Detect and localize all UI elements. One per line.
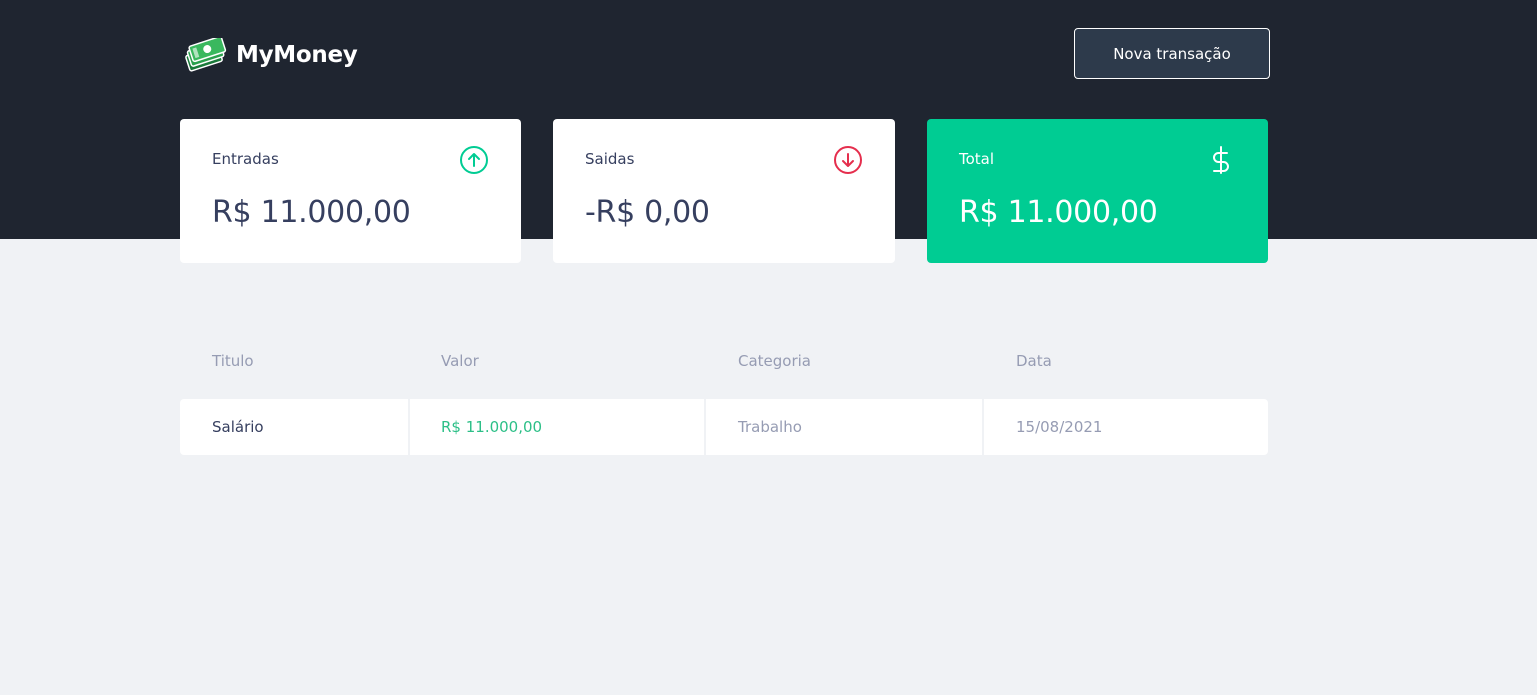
outcome-label: Saidas bbox=[585, 150, 635, 168]
arrow-up-circle-icon bbox=[460, 146, 488, 174]
arrow-down-circle-icon bbox=[834, 146, 862, 174]
column-header-category: Categoria bbox=[738, 352, 812, 370]
money-stack-icon bbox=[185, 38, 227, 72]
outcome-card: Saidas -R$ 0,00 bbox=[553, 119, 895, 263]
transaction-category: Trabalho bbox=[706, 399, 982, 455]
income-label: Entradas bbox=[212, 150, 279, 168]
total-value: R$ 11.000,00 bbox=[959, 195, 1158, 230]
total-card: Total R$ 11.000,00 bbox=[927, 119, 1268, 263]
transaction-amount: R$ 11.000,00 bbox=[410, 399, 704, 455]
column-header-amount: Valor bbox=[441, 352, 479, 370]
app-name: MyMoney bbox=[236, 42, 358, 68]
outcome-value: -R$ 0,00 bbox=[585, 195, 710, 230]
app-logo[interactable]: MyMoney bbox=[182, 38, 358, 72]
total-label: Total bbox=[959, 150, 995, 168]
transaction-date: 15/08/2021 bbox=[984, 399, 1268, 455]
column-header-date: Data bbox=[1016, 352, 1052, 370]
income-card: Entradas R$ 11.000,00 bbox=[180, 119, 521, 263]
dollar-sign-icon bbox=[1213, 146, 1229, 174]
income-value: R$ 11.000,00 bbox=[212, 195, 411, 230]
new-transaction-button[interactable]: Nova transação bbox=[1074, 28, 1270, 79]
column-header-title: Titulo bbox=[212, 352, 254, 370]
transaction-title: Salário bbox=[180, 399, 408, 455]
